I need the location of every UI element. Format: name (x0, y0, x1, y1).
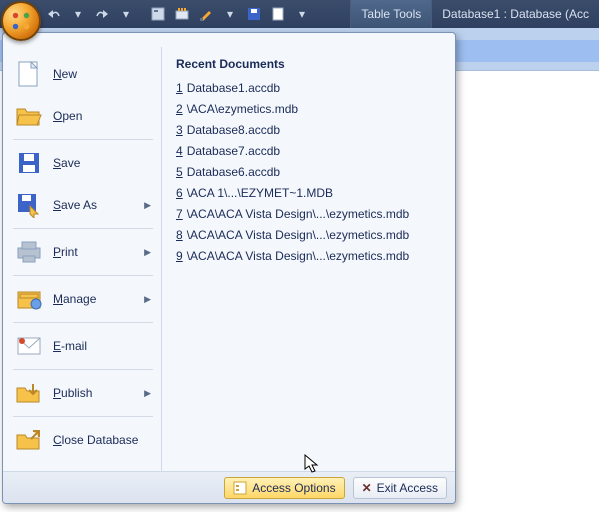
contextual-tab-table-tools[interactable]: Table Tools (350, 0, 431, 28)
recent-item[interactable]: 1Database1.accdb (176, 81, 445, 95)
undo-button[interactable] (44, 5, 64, 23)
manage-icon (15, 285, 43, 313)
undo-dropdown-icon[interactable]: ▾ (68, 5, 88, 23)
menu-publish[interactable]: Publish ▶ (9, 372, 157, 414)
exit-access-button[interactable]: ✕ Exit Access (353, 477, 447, 499)
recent-item[interactable]: 2\ACA\ezymetics.mdb (176, 102, 445, 116)
save-icon (15, 149, 43, 177)
save-as-icon (15, 191, 43, 219)
menu-print-label: Print (53, 245, 78, 259)
menu-new[interactable]: New (9, 53, 157, 95)
qat-dropdown-icon[interactable]: ▾ (220, 5, 240, 23)
menu-save[interactable]: Save (9, 142, 157, 184)
qat-save-icon[interactable] (244, 5, 264, 23)
submenu-arrow-icon: ▶ (144, 294, 151, 305)
redo-button[interactable] (92, 5, 112, 23)
folder-open-icon (15, 102, 43, 130)
menu-close-database-label: Close Database (53, 433, 138, 447)
publish-icon (15, 379, 43, 407)
submenu-arrow-icon: ▶ (144, 247, 151, 258)
quick-access-toolbar: ▾ ▾ ▾ ▾ (0, 5, 312, 23)
recent-item[interactable]: 4Database7.accdb (176, 144, 445, 158)
submenu-arrow-icon: ▶ (144, 388, 151, 399)
office-button[interactable] (1, 1, 41, 41)
menu-print[interactable]: Print ▶ (9, 231, 157, 273)
menu-publish-label: Publish (53, 386, 92, 400)
menu-save-label: Save (53, 156, 80, 170)
office-menu-footer: Access Options ✕ Exit Access (3, 471, 455, 503)
access-options-button[interactable]: Access Options (224, 477, 344, 499)
qat-new-icon[interactable] (268, 5, 288, 23)
recent-documents-list: 1Database1.accdb 2\ACA\ezymetics.mdb 3Da… (176, 81, 445, 263)
close-icon: ✕ (362, 481, 372, 495)
office-menu-commands: New Open Save Save As ▶ Print ▶ (3, 47, 161, 471)
qat-query-icon[interactable] (172, 5, 192, 23)
qat-customize-icon[interactable]: ▾ (292, 5, 312, 23)
recent-item[interactable]: 9\ACA\ACA Vista Design\...\ezymetics.mdb (176, 249, 445, 263)
access-options-label: Access Options (252, 481, 335, 495)
menu-email-label: E-mail (53, 339, 87, 353)
recent-documents-header: Recent Documents (176, 57, 445, 71)
menu-manage[interactable]: Manage ▶ (9, 278, 157, 320)
print-icon (15, 238, 43, 266)
recent-item[interactable]: 7\ACA\ACA Vista Design\...\ezymetics.mdb (176, 207, 445, 221)
office-menu: New Open Save Save As ▶ Print ▶ (2, 32, 456, 504)
window-title: Database1 : Database (Acc (431, 0, 599, 28)
title-bar: ▾ ▾ ▾ ▾ Table Tools Database1 : Database… (0, 0, 599, 28)
options-icon (233, 481, 247, 495)
email-icon (15, 332, 43, 360)
menu-new-label: New (53, 67, 77, 81)
recent-item[interactable]: 6\ACA 1\...\EZYMET~1.MDB (176, 186, 445, 200)
menu-manage-label: Manage (53, 292, 96, 306)
recent-documents-panel: Recent Documents 1Database1.accdb 2\ACA\… (161, 47, 455, 471)
menu-save-as[interactable]: Save As ▶ (9, 184, 157, 226)
menu-save-as-label: Save As (53, 198, 97, 212)
recent-item[interactable]: 3Database8.accdb (176, 123, 445, 137)
new-document-icon (15, 60, 43, 88)
exit-access-label: Exit Access (377, 481, 438, 495)
menu-open-label: Open (53, 109, 82, 123)
recent-item[interactable]: 5Database6.accdb (176, 165, 445, 179)
menu-open[interactable]: Open (9, 95, 157, 137)
close-database-icon (15, 426, 43, 454)
qat-form-icon[interactable] (148, 5, 168, 23)
menu-close-database[interactable]: Close Database (9, 419, 157, 461)
menu-email[interactable]: E-mail (9, 325, 157, 367)
qat-design-icon[interactable] (196, 5, 216, 23)
submenu-arrow-icon: ▶ (144, 200, 151, 211)
redo-dropdown-icon[interactable]: ▾ (116, 5, 136, 23)
recent-item[interactable]: 8\ACA\ACA Vista Design\...\ezymetics.mdb (176, 228, 445, 242)
